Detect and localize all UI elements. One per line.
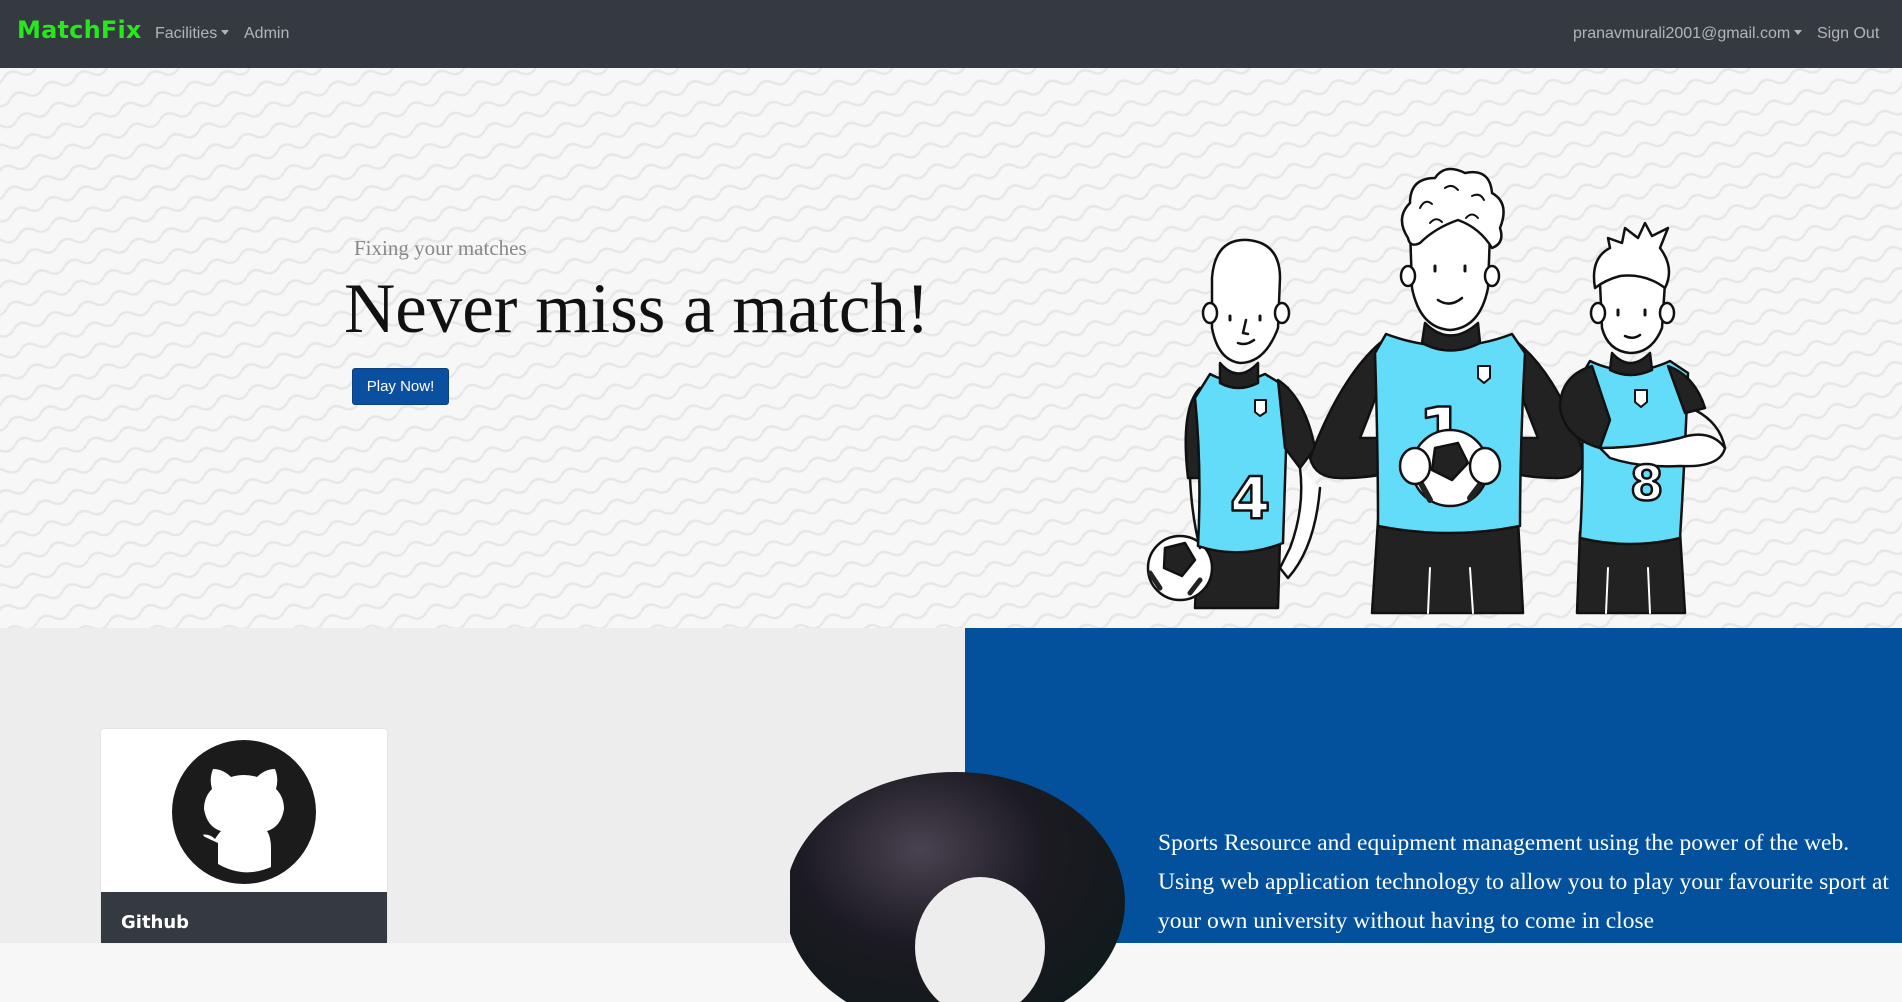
hero-section: Fixing your matches Never miss a match! …: [0, 68, 1902, 628]
chevron-down-icon: [1794, 30, 1803, 35]
torus-overflow-spacer: [965, 742, 1165, 943]
user-menu-dropdown[interactable]: pranavmurali2001@gmail.com: [1573, 25, 1803, 43]
jersey-number-8: 8: [1630, 456, 1663, 512]
brand-logo[interactable]: MatchFix: [17, 16, 142, 44]
user-email: pranavmurali2001@gmail.com: [1573, 25, 1791, 42]
nav-admin[interactable]: Admin: [244, 25, 289, 43]
nav-facilities-dropdown[interactable]: Facilities: [155, 25, 230, 43]
play-now-button[interactable]: Play Now!: [352, 368, 449, 405]
card-footer: Github: [101, 892, 387, 943]
player-eight: 8: [1558, 221, 1727, 615]
navbar: MatchFix Facilities Admin pranavmurali20…: [0, 0, 1902, 68]
sign-out-link[interactable]: Sign Out: [1817, 25, 1879, 43]
chevron-down-icon: [221, 30, 230, 35]
card-title: Github: [121, 912, 190, 933]
github-icon: [172, 740, 316, 884]
football-players-illustration: 4 1: [1146, 167, 1727, 615]
jersey-number-4: 4: [1230, 464, 1270, 532]
nav-facilities-label: Facilities: [155, 25, 218, 42]
hero-subtitle: Fixing your matches: [354, 236, 527, 260]
player-four: 4: [1146, 238, 1322, 610]
about-description: Sports Resource and equipment management…: [1158, 830, 1889, 934]
hero-title: Never miss a match!: [344, 270, 930, 348]
player-one: 1: [1308, 167, 1587, 615]
github-card[interactable]: Github: [101, 729, 387, 943]
